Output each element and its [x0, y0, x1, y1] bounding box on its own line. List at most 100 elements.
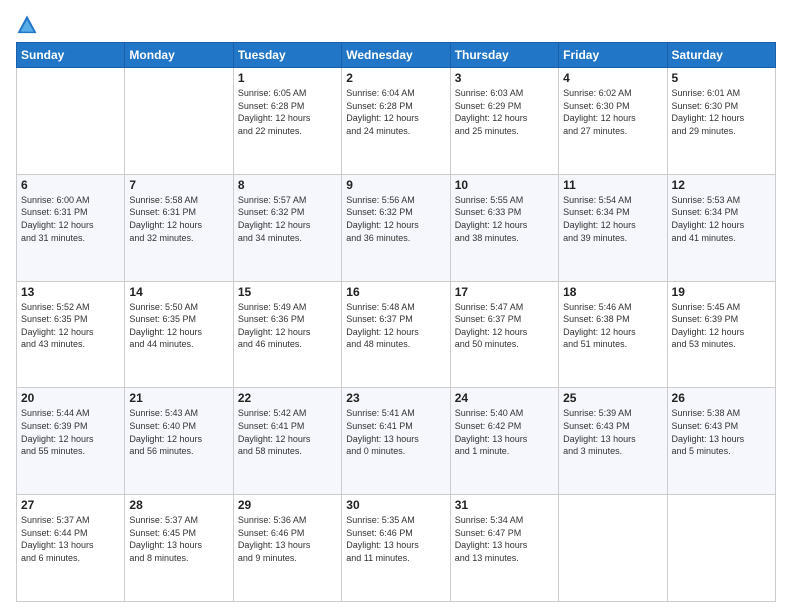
day-info-line: Sunrise: 5:40 AM [455, 408, 524, 418]
day-info-line: Daylight: 12 hours [346, 113, 419, 123]
day-info-line: Daylight: 12 hours [346, 327, 419, 337]
day-info-line: Sunset: 6:35 PM [21, 314, 88, 324]
day-info-line: Sunset: 6:31 PM [129, 207, 196, 217]
day-info-line: Sunrise: 6:04 AM [346, 88, 415, 98]
day-info-line: and 51 minutes. [563, 339, 627, 349]
day-number: 16 [346, 285, 445, 299]
day-info-line: Sunrise: 6:05 AM [238, 88, 307, 98]
day-info-line: Sunrise: 5:37 AM [129, 515, 198, 525]
day-info-line: Daylight: 12 hours [129, 220, 202, 230]
calendar-day-3: 3Sunrise: 6:03 AMSunset: 6:29 PMDaylight… [450, 68, 558, 175]
day-info: Sunrise: 5:56 AMSunset: 6:32 PMDaylight:… [346, 194, 445, 244]
day-number: 26 [672, 391, 771, 405]
day-info-line: Sunrise: 5:52 AM [21, 302, 90, 312]
day-info-line: Sunrise: 5:45 AM [672, 302, 741, 312]
day-info-line: Daylight: 12 hours [238, 434, 311, 444]
day-info-line: and 11 minutes. [346, 553, 409, 563]
day-info-line: and 50 minutes. [455, 339, 519, 349]
day-info-line: Daylight: 12 hours [129, 434, 202, 444]
day-info-line: Daylight: 12 hours [563, 220, 636, 230]
day-number: 25 [563, 391, 662, 405]
day-info: Sunrise: 5:57 AMSunset: 6:32 PMDaylight:… [238, 194, 337, 244]
day-info-line: Sunset: 6:47 PM [455, 528, 522, 538]
calendar-day-10: 10Sunrise: 5:55 AMSunset: 6:33 PMDayligh… [450, 174, 558, 281]
calendar-day-2: 2 Sunrise: 6:04 AM Sunset: 6:28 PM Daylight… [342, 68, 450, 175]
day-info-line: and 58 minutes. [238, 446, 302, 456]
calendar-table: SundayMondayTuesdayWednesdayThursdayFrid… [16, 42, 776, 602]
calendar-empty-cell [667, 495, 775, 602]
day-info: Sunrise: 5:38 AM Sunset: 6:43 PM Daylight:… [672, 407, 771, 457]
day-info-line: Daylight: 12 hours [672, 113, 745, 123]
day-info-line: Sunrise: 5:56 AM [346, 195, 415, 205]
day-info: Sunrise: 5:41 AMSunset: 6:41 PMDaylight:… [346, 407, 445, 457]
day-info-line: Sunset: 6:34 PM [563, 207, 630, 217]
day-info: Sunrise: 5:54 AM Sunset: 6:34 PM Daylight:… [563, 194, 662, 244]
calendar-day-24: 24Sunrise: 5:40 AMSunset: 6:42 PMDayligh… [450, 388, 558, 495]
day-info-line: Sunset: 6:42 PM [455, 421, 522, 431]
day-info-line: Sunset: 6:35 PM [129, 314, 196, 324]
calendar-week-row: 13Sunrise: 5:52 AMSunset: 6:35 PMDayligh… [17, 281, 776, 388]
day-info-line: Sunrise: 5:54 AM [563, 195, 632, 205]
day-info-line: Daylight: 13 hours [672, 434, 745, 444]
header-day-saturday: Saturday [667, 43, 775, 68]
day-info-line: and 48 minutes. [346, 339, 410, 349]
day-number: 14 [129, 285, 228, 299]
calendar-day-1: 1Sunrise: 6:05 AMSunset: 6:28 PMDaylight… [233, 68, 341, 175]
day-info: Sunrise: 6:02 AMSunset: 6:30 PMDaylight:… [563, 87, 662, 137]
day-info-line: Daylight: 12 hours [672, 220, 745, 230]
calendar-week-row: 1Sunrise: 6:05 AMSunset: 6:28 PMDaylight… [17, 68, 776, 175]
calendar-week-row: 27Sunrise: 5:37 AMSunset: 6:44 PMDayligh… [17, 495, 776, 602]
calendar-day-27: 27Sunrise: 5:37 AMSunset: 6:44 PMDayligh… [17, 495, 125, 602]
calendar-empty-cell [559, 495, 667, 602]
calendar-week-row: 20Sunrise: 5:44 AMSunset: 6:39 PMDayligh… [17, 388, 776, 495]
day-info-line: Sunset: 6:39 PM [21, 421, 88, 431]
calendar-day-20: 20Sunrise: 5:44 AMSunset: 6:39 PMDayligh… [17, 388, 125, 495]
day-info-line: Daylight: 12 hours [129, 327, 202, 337]
day-info-line: Sunrise: 5:37 AM [21, 515, 90, 525]
day-info-line: and 22 minutes. [238, 126, 302, 136]
day-info-line: Sunrise: 5:58 AM [129, 195, 198, 205]
day-number: 27 [21, 498, 120, 512]
day-info-line: Daylight: 12 hours [21, 220, 94, 230]
day-info-line: Daylight: 12 hours [563, 327, 636, 337]
day-info-line: Sunset: 6:28 PM [238, 101, 305, 111]
day-number: 2 [346, 71, 445, 85]
day-info-line: and 13 minutes. [455, 553, 519, 563]
day-info-line: Sunrise: 6:03 AM [455, 88, 524, 98]
day-info-line: Sunrise: 5:46 AM [563, 302, 632, 312]
day-number: 24 [455, 391, 554, 405]
day-info-line: Sunset: 6:37 PM [346, 314, 413, 324]
day-info-line: and 31 minutes. [21, 233, 85, 243]
day-info-line: Sunset: 6:28 PM [346, 101, 413, 111]
calendar-week-row: 6Sunrise: 6:00 AMSunset: 6:31 PMDaylight… [17, 174, 776, 281]
day-number: 10 [455, 178, 554, 192]
day-info: Sunrise: 5:45 AMSunset: 6:39 PMDaylight:… [672, 301, 771, 351]
header-day-thursday: Thursday [450, 43, 558, 68]
day-info-line: and 36 minutes. [346, 233, 410, 243]
day-info-line: Sunset: 6:43 PM [672, 421, 739, 431]
day-info-line: Daylight: 13 hours [346, 434, 419, 444]
day-number: 28 [129, 498, 228, 512]
calendar-day-5: 5Sunrise: 6:01 AMSunset: 6:30 PMDaylight… [667, 68, 775, 175]
day-number: 7 [129, 178, 228, 192]
calendar-day-14: 14 Sunrise: 5:50 AMSunset: 6:35 PMDayligh… [125, 281, 233, 388]
day-info-line: Sunrise: 5:35 AM [346, 515, 415, 525]
day-info: Sunrise: 5:47 AMSunset: 6:37 PMDaylight:… [455, 301, 554, 351]
calendar-day-22: 22Sunrise: 5:42 AMSunset: 6:41 PMDayligh… [233, 388, 341, 495]
day-info-line: Sunrise: 5:47 AM [455, 302, 524, 312]
day-number: 11 [563, 178, 662, 192]
day-number: 15 [238, 285, 337, 299]
day-info-line: Sunset: 6:44 PM [21, 528, 88, 538]
calendar-day-9: 9Sunrise: 5:56 AMSunset: 6:32 PMDaylight… [342, 174, 450, 281]
day-info-line: and 29 minutes. [672, 126, 736, 136]
header-day-wednesday: Wednesday [342, 43, 450, 68]
header-day-friday: Friday [559, 43, 667, 68]
day-info-line: and 43 minutes. [21, 339, 85, 349]
day-info-line: and 9 minutes. [238, 553, 297, 563]
day-info: Sunrise: 5:50 AMSunset: 6:35 PMDaylight:… [129, 301, 228, 351]
day-info-line: and 6 minutes. [21, 553, 80, 563]
day-info-line: Sunrise: 5:49 AM [238, 302, 307, 312]
day-info-line: Sunset: 6:34 PM [672, 207, 739, 217]
day-info-line: Sunrise: 5:38 AM [672, 408, 741, 418]
day-info-line: Sunrise: 5:44 AM [21, 408, 90, 418]
